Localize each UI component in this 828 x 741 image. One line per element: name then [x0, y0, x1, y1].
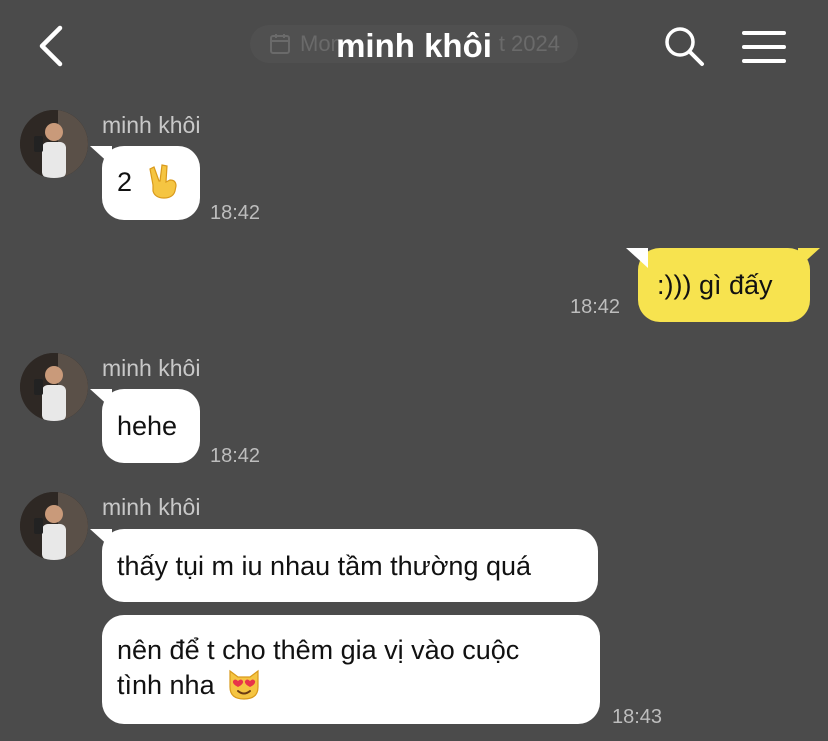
message-text: 2 [117, 167, 133, 197]
message-text: thấy tụi m iu nhau tầm thường quá [117, 551, 532, 581]
message-text: hehe [117, 411, 178, 441]
message-bubble-incoming[interactable]: 2 [90, 146, 200, 220]
avatar-photo [20, 110, 88, 178]
search-icon [665, 27, 704, 66]
victory-hand-emoji [148, 164, 177, 199]
message-text-line-1: nên để t cho thêm gia vị vào cuộc [117, 635, 520, 665]
chat-header: Mon t 2024 minh khôi [0, 0, 828, 92]
message-time: 18:42 [570, 296, 621, 318]
search-button[interactable] [662, 24, 706, 68]
menu-button[interactable] [740, 28, 788, 66]
message-time: 18:42 [210, 202, 261, 224]
message-bubble-outgoing[interactable]: :))) gì đấy [626, 248, 820, 322]
sender-name: minh khôi [102, 355, 201, 381]
sender-avatar[interactable] [20, 492, 88, 560]
message-bubble-incoming[interactable]: thấy tụi m iu nhau tầm thường quá [90, 529, 598, 602]
hamburger-menu-icon [742, 31, 786, 63]
heart-eyes-cat-emoji [229, 669, 259, 700]
sender-avatar[interactable] [20, 110, 88, 178]
message-bubble-incoming[interactable]: hehe [90, 389, 200, 463]
avatar-photo [20, 492, 88, 560]
message-text: :))) gì đấy [657, 270, 773, 300]
sender-name: minh khôi [102, 112, 201, 138]
sender-avatar[interactable] [20, 353, 88, 421]
message-bubble-incoming[interactable]: nên để t cho thêm gia vị vào cuộc tình n… [102, 615, 600, 724]
message-time: 18:43 [612, 706, 663, 728]
message-text-line-2: tình nha [117, 670, 215, 700]
avatar-photo [20, 353, 88, 421]
sender-name: minh khôi [102, 494, 201, 520]
message-time: 18:42 [210, 445, 261, 467]
